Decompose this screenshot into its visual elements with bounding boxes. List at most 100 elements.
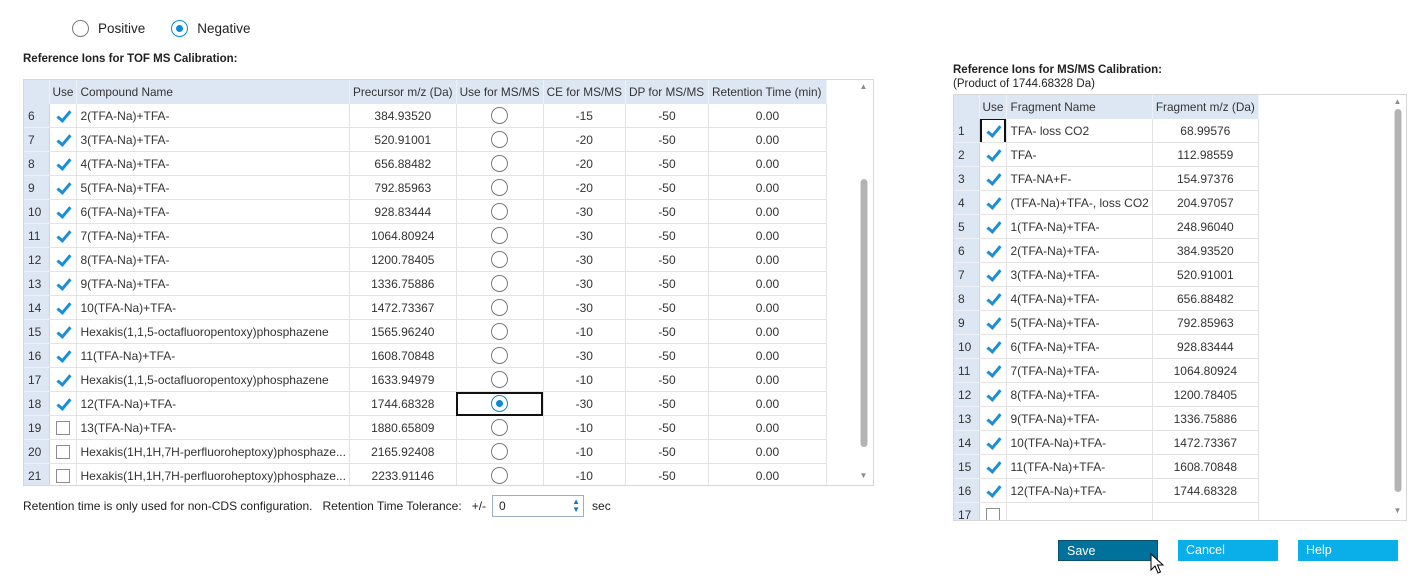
use-for-msms-cell[interactable] — [456, 439, 544, 464]
radio-empty-icon[interactable] — [491, 347, 509, 364]
fragment-mz[interactable]: 1744.68328 — [1152, 478, 1259, 503]
fragment-mz[interactable]: 792.85963 — [1152, 310, 1259, 335]
fragment-name[interactable]: 5(TFA-Na)+TFA- — [1006, 310, 1153, 335]
use-for-msms-cell[interactable] — [456, 343, 544, 368]
negative-radio[interactable]: Negative — [171, 20, 251, 37]
fragment-mz[interactable]: 112.98559 — [1152, 142, 1259, 167]
table-row[interactable]: 19 13(TFA-Na)+TFA- 1880.65809 -10 -50 0.00 — [24, 415, 827, 440]
precursor-mz[interactable]: 520.91001 — [349, 127, 457, 152]
dp-for-msms[interactable]: -50 — [625, 247, 709, 272]
table-row[interactable]: 5 1(TFA-Na)+TFA- 248.96040 — [954, 214, 1259, 239]
use-for-msms-cell[interactable] — [456, 415, 544, 440]
checkbox-checked-icon[interactable] — [55, 204, 70, 219]
use-checkbox-cell[interactable] — [49, 104, 78, 128]
precursor-mz[interactable]: 1472.73367 — [349, 295, 457, 320]
ce-for-msms[interactable]: -20 — [543, 127, 626, 152]
cancel-button[interactable]: Cancel — [1178, 540, 1278, 561]
fragment-name[interactable]: 1(TFA-Na)+TFA- — [1006, 214, 1153, 239]
use-checkbox-cell[interactable] — [49, 319, 78, 344]
fragment-mz[interactable]: 68.99576 — [1152, 119, 1259, 143]
table-row[interactable]: 16 12(TFA-Na)+TFA- 1744.68328 — [954, 478, 1259, 503]
use-for-msms-cell[interactable] — [456, 151, 544, 176]
use-checkbox-cell[interactable] — [49, 391, 78, 416]
checkbox-checked-icon[interactable] — [985, 267, 1000, 282]
table-row[interactable]: 7 3(TFA-Na)+TFA- 520.91001 -20 -50 0.00 — [24, 127, 827, 152]
fragment-mz[interactable]: 154.97376 — [1152, 166, 1259, 191]
checkbox-checked-icon[interactable] — [985, 147, 1000, 162]
scroll-down-arrow-icon[interactable]: ▼ — [856, 471, 871, 481]
fragment-name[interactable]: 6(TFA-Na)+TFA- — [1006, 334, 1153, 359]
table-row[interactable]: 14 10(TFA-Na)+TFA- 1472.73367 — [954, 430, 1259, 455]
use-for-msms-cell[interactable] — [456, 391, 544, 416]
precursor-mz[interactable]: 1565.96240 — [349, 319, 457, 344]
ce-for-msms[interactable]: -30 — [543, 223, 626, 248]
use-checkbox-cell[interactable] — [979, 406, 1008, 431]
table-row[interactable]: 15 11(TFA-Na)+TFA- 1608.70848 — [954, 454, 1259, 479]
dp-for-msms[interactable]: -50 — [625, 223, 709, 248]
table-row[interactable]: 10 6(TFA-Na)+TFA- 928.83444 — [954, 334, 1259, 359]
table-row[interactable]: 21 Hexakis(1H,1H,7H-perfluoroheptoxy)phos… — [24, 463, 827, 485]
table-row[interactable]: 2 TFA- 112.98559 — [954, 142, 1259, 167]
use-for-msms-cell[interactable] — [456, 367, 544, 392]
checkbox-checked-icon[interactable] — [55, 252, 70, 267]
checkbox-checked-icon[interactable] — [985, 435, 1000, 450]
ce-for-msms[interactable]: -30 — [543, 343, 626, 368]
retention-time[interactable]: 0.00 — [708, 463, 827, 485]
scroll-up-arrow-icon[interactable]: ▲ — [1391, 97, 1404, 107]
table-row[interactable]: 13 9(TFA-Na)+TFA- 1336.75886 -30 -50 0.00 — [24, 271, 827, 296]
retention-tolerance-value[interactable]: 0 — [499, 499, 506, 513]
dp-for-msms[interactable]: -50 — [625, 343, 709, 368]
checkbox-checked-icon[interactable] — [55, 348, 70, 363]
retention-time[interactable]: 0.00 — [708, 247, 827, 272]
table-row[interactable]: 16 11(TFA-Na)+TFA- 1608.70848 -30 -50 0.00 — [24, 343, 827, 368]
save-button[interactable]: Save — [1058, 540, 1158, 561]
retention-time[interactable]: 0.00 — [708, 223, 827, 248]
tof-header-dp-for-msms[interactable]: DP for MS/MS — [625, 80, 709, 104]
dp-for-msms[interactable]: -50 — [625, 104, 709, 128]
checkbox-unchecked-icon[interactable] — [55, 468, 70, 483]
fragment-name[interactable]: TFA- loss CO2 — [1006, 119, 1153, 143]
dp-for-msms[interactable]: -50 — [625, 439, 709, 464]
checkbox-checked-icon[interactable] — [55, 108, 70, 123]
use-checkbox-cell[interactable] — [49, 175, 78, 200]
fragment-name[interactable]: TFA-NA+F- — [1006, 166, 1153, 191]
use-checkbox-cell[interactable] — [49, 367, 78, 392]
use-checkbox-cell[interactable] — [979, 358, 1008, 383]
use-for-msms-cell[interactable] — [456, 247, 544, 272]
compound-name[interactable]: 8(TFA-Na)+TFA- — [76, 247, 350, 272]
compound-name[interactable]: 11(TFA-Na)+TFA- — [76, 343, 350, 368]
use-checkbox-cell[interactable] — [49, 127, 78, 152]
retention-time[interactable]: 0.00 — [708, 439, 827, 464]
use-checkbox-cell[interactable] — [979, 310, 1008, 335]
fragment-mz[interactable]: 1608.70848 — [1152, 454, 1259, 479]
use-checkbox-cell[interactable] — [979, 238, 1008, 263]
fragment-name[interactable]: 2(TFA-Na)+TFA- — [1006, 238, 1153, 263]
table-row[interactable]: 8 4(TFA-Na)+TFA- 656.88482 — [954, 286, 1259, 311]
table-row[interactable]: 17 — [954, 502, 1259, 520]
use-checkbox-cell[interactable] — [979, 262, 1008, 287]
fragment-mz[interactable]: 248.96040 — [1152, 214, 1259, 239]
use-checkbox-cell[interactable] — [979, 190, 1008, 215]
msms-header-fragment-mz[interactable]: Fragment m/z (Da) — [1152, 95, 1259, 119]
compound-name[interactable]: 4(TFA-Na)+TFA- — [76, 151, 350, 176]
retention-time[interactable]: 0.00 — [708, 151, 827, 176]
table-row[interactable]: 15 Hexakis(1,1,5-octafluoropentoxy)phosph… — [24, 319, 827, 344]
precursor-mz[interactable]: 1744.68328 — [349, 391, 457, 416]
checkbox-checked-icon[interactable] — [55, 276, 70, 291]
table-row[interactable]: 8 4(TFA-Na)+TFA- 656.88482 -20 -50 0.00 — [24, 151, 827, 176]
checkbox-checked-icon[interactable] — [55, 228, 70, 243]
retention-time[interactable]: 0.00 — [708, 295, 827, 320]
fragment-mz[interactable]: 520.91001 — [1152, 262, 1259, 287]
radio-empty-icon[interactable] — [491, 323, 509, 340]
dp-for-msms[interactable]: -50 — [625, 295, 709, 320]
use-checkbox-cell[interactable] — [49, 223, 78, 248]
compound-name[interactable]: 9(TFA-Na)+TFA- — [76, 271, 350, 296]
radio-empty-icon[interactable] — [491, 275, 509, 292]
radio-empty-icon[interactable] — [491, 227, 509, 244]
radio-empty-icon[interactable] — [491, 107, 509, 124]
use-for-msms-cell[interactable] — [456, 463, 544, 485]
table-row[interactable]: 7 3(TFA-Na)+TFA- 520.91001 — [954, 262, 1259, 287]
radio-empty-icon[interactable] — [491, 131, 509, 148]
fragment-name[interactable]: (TFA-Na)+TFA-, loss CO2 — [1006, 190, 1153, 215]
compound-name[interactable]: 13(TFA-Na)+TFA- — [76, 415, 350, 440]
